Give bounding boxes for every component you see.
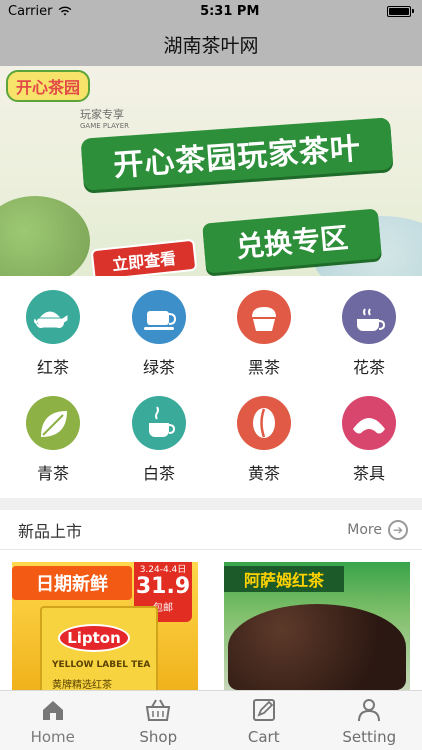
product-list: 日期新鲜 3.24-4.4日 31.9 包邮 Lipton YELLOW LAB… (0, 550, 422, 690)
battery-icon (386, 5, 414, 17)
category-item[interactable]: 绿茶 (119, 290, 199, 378)
plant-decoration (0, 196, 90, 276)
category-label: 绿茶 (142, 358, 175, 377)
tab-label: Setting (342, 727, 397, 746)
product-card-lipton[interactable]: 日期新鲜 3.24-4.4日 31.9 包邮 Lipton YELLOW LAB… (12, 562, 198, 690)
bean-icon (237, 396, 291, 450)
banner-subtag: 玩家专享 GAME PLAYER (80, 106, 129, 130)
category-label: 茶具 (352, 464, 385, 483)
new-products-header: 新品上市 More ➔ (0, 510, 422, 550)
cupcake-icon (237, 290, 291, 344)
tab-label: Home (30, 727, 75, 746)
tab-setting[interactable]: Setting (317, 691, 422, 750)
category-label: 青茶 (36, 464, 69, 483)
product-sub-cn: 黄牌精选红茶 (52, 680, 112, 690)
category-label: 黑茶 (247, 358, 280, 377)
status-left: Carrier (8, 4, 72, 19)
carrier-label: Carrier (8, 3, 53, 19)
tab-home[interactable]: Home (0, 691, 106, 750)
tab-bar: Home Shop Cart Setting (0, 690, 422, 750)
brand-logo: Lipton (58, 624, 130, 652)
category-item[interactable]: 黄茶 (224, 396, 304, 484)
teapot-icon (26, 290, 80, 344)
status-time: 5:31 PM (200, 3, 260, 19)
croissant-icon (342, 396, 396, 450)
category-item[interactable]: 红茶 (13, 290, 93, 378)
product-image (228, 604, 406, 690)
more-button[interactable]: More ➔ (347, 519, 408, 540)
category-item[interactable]: 白茶 (119, 396, 199, 484)
wifi-icon (59, 6, 72, 16)
arrow-right-circle-icon: ➔ (388, 519, 408, 540)
coffee-cup-icon (132, 396, 186, 450)
tab-label: Cart (247, 727, 280, 746)
status-bar: Carrier 5:31 PM (0, 0, 422, 22)
product-card-assam[interactable]: 阿萨姆红茶 (224, 562, 410, 690)
tab-shop[interactable]: Shop (106, 691, 212, 750)
page-title: 湖南茶叶网 (163, 34, 259, 57)
nav-bar: 湖南茶叶网 (0, 22, 422, 66)
banner-subtag-cn: 玩家专享 (80, 108, 124, 121)
category-item[interactable]: 茶具 (329, 396, 409, 484)
product-image: Lipton YELLOW LABEL TEA 黄牌精选红茶 (40, 606, 158, 690)
category-item[interactable]: 花茶 (329, 290, 409, 378)
category-grid: 红茶 绿茶 黑茶 花茶青茶 白茶 黄茶 茶具 (0, 276, 422, 498)
section-title: 新品上市 (18, 521, 83, 541)
category-label: 黄茶 (247, 464, 280, 483)
more-label: More (347, 521, 382, 538)
tab-cart[interactable]: Cart (211, 691, 317, 750)
tea-cup-icon (132, 290, 186, 344)
product-promo-label: 日期新鲜 (12, 566, 132, 600)
category-item[interactable]: 黑茶 (224, 290, 304, 378)
tab-label: Shop (139, 727, 178, 746)
home-icon (42, 700, 63, 720)
category-label: 花茶 (352, 358, 385, 377)
user-icon (358, 698, 381, 721)
product-title: 阿萨姆红茶 (224, 566, 344, 592)
promo-banner[interactable]: 开心茶园 玩家专享 GAME PLAYER 开心茶园玩家茶叶 兑换专区 立即查看 (0, 66, 422, 276)
category-label: 白茶 (142, 464, 175, 483)
edit-icon (252, 698, 275, 721)
banner-cta-button[interactable]: 立即查看 (90, 238, 198, 276)
category-label: 红茶 (36, 358, 69, 377)
category-item[interactable]: 青茶 (13, 396, 93, 484)
banner-subtag-en: GAME PLAYER (80, 122, 129, 130)
basket-icon (146, 699, 171, 721)
banner-logo: 开心茶园 (6, 70, 91, 102)
steaming-cup-icon (342, 290, 396, 344)
product-sub-en: YELLOW LABEL TEA (52, 660, 151, 670)
leaf-icon (26, 396, 80, 450)
price-value: 31.9 (135, 574, 191, 599)
